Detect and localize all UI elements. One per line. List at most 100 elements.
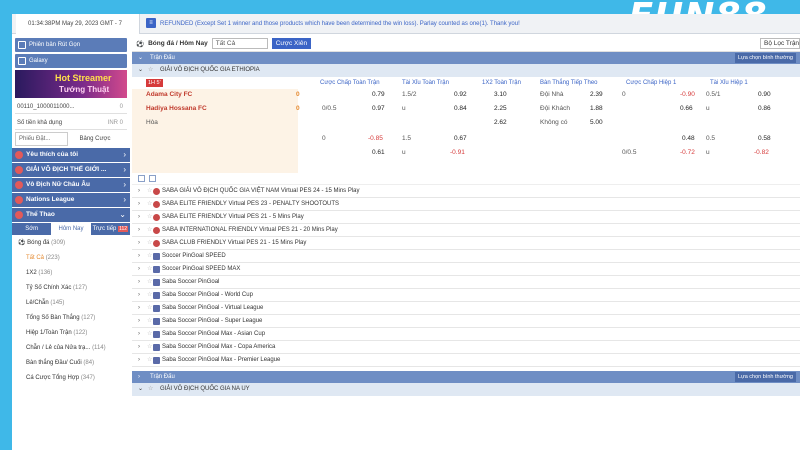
odd-ng-home[interactable]: 2.39 xyxy=(590,91,603,98)
stats-icon[interactable] xyxy=(138,175,145,182)
odd-1x2-home[interactable]: 3.10 xyxy=(494,91,507,98)
odd-1x2-away[interactable]: 2.25 xyxy=(494,105,507,112)
league-header[interactable]: ⌄ ☆ GIẢI VÔ ĐỊCH QUỐC GIA ETHIOPIA xyxy=(132,64,800,77)
odd-ng-none[interactable]: 5.00 xyxy=(590,119,603,126)
star-icon[interactable]: ☆ xyxy=(147,302,152,314)
tab-early[interactable]: Sớm xyxy=(12,223,51,235)
market-item[interactable]: Hiệp 1/Toàn Trận (122) xyxy=(12,326,130,341)
league-row[interactable]: › ☆ Soccer PinGoal SPEED xyxy=(132,250,800,263)
market-item[interactable]: 1X2 (136) xyxy=(12,266,130,281)
star-icon[interactable]: ☆ xyxy=(148,383,153,396)
league-row[interactable]: › ☆ SABA CLUB FRIENDLY Virtual PES 21 - 15… xyxy=(132,237,800,250)
odd-ou-under[interactable]: 0.84 xyxy=(454,105,467,112)
odd-h1-hdp-home[interactable]: -0.90 xyxy=(680,91,695,98)
market-item[interactable]: Bàn thắng Đầu/ Cuối (84) xyxy=(12,356,130,371)
odd-h1-ou-under[interactable]: 0.86 xyxy=(758,105,771,112)
league-row[interactable]: › ☆ Saba Soccer PinGoal - Virtual League xyxy=(132,302,800,315)
sort-select-2[interactable]: Lựa chọn bình thường xyxy=(734,372,796,382)
league-row[interactable]: › ☆ SABA GIẢI VÔ ĐỊCH QUỐC GIA VIỆT NAM Vi… xyxy=(132,185,800,198)
tab-live[interactable]: Trực tiếp 112 xyxy=(91,223,130,235)
star-icon[interactable]: ☆ xyxy=(147,328,152,340)
streamer-banner[interactable]: Hot Streamer Tướng Thuật xyxy=(15,70,127,98)
odd-1x2-draw[interactable]: 2.62 xyxy=(494,119,507,126)
star-icon[interactable]: ☆ xyxy=(147,211,152,223)
chevron-right-icon: › xyxy=(138,357,140,363)
star-icon[interactable]: ☆ xyxy=(147,354,152,366)
odd-ou-over[interactable]: 0.92 xyxy=(454,91,467,98)
odd-hdp-home[interactable]: 0.79 xyxy=(372,91,385,98)
sidebar-item-nations-league[interactable]: Nations League › xyxy=(12,193,130,207)
match-filter-button[interactable]: Bộ Lọc Trận Đấu xyxy=(760,38,800,49)
parlay-button[interactable]: Cược Xiên xyxy=(271,38,312,49)
sidebar-item-world-cup[interactable]: GIẢI VÔ ĐỊCH THẾ GIỚI ... › xyxy=(12,163,130,177)
league-icon xyxy=(153,214,160,221)
market-count: (136) xyxy=(38,270,53,276)
league-row[interactable]: › ☆ Soccer PinGoal SPEED MAX xyxy=(132,263,800,276)
balance-label: Số tiền khả dụng xyxy=(17,120,63,126)
compact-version-button[interactable]: Phiên bản Rút Gọn xyxy=(15,38,127,52)
star-icon[interactable]: ☆ xyxy=(147,185,152,197)
odd-h1-ou-over[interactable]: 0.90 xyxy=(758,91,771,98)
odd-h1-hdp-away[interactable]: 0.66 xyxy=(680,105,693,112)
league-row[interactable]: › ☆ Saba Soccer PinGoal xyxy=(132,276,800,289)
market-item[interactable]: Lẻ/Chẵn (145) xyxy=(12,296,130,311)
ou-alt-under-label: u xyxy=(402,149,406,156)
odd-ou-alt-over[interactable]: 0.67 xyxy=(454,135,467,142)
chart-icon[interactable] xyxy=(149,175,156,182)
league-row[interactable]: › ☆ SABA ELITE FRIENDLY Virtual PES 21 - 5… xyxy=(132,211,800,224)
star-icon[interactable]: ☆ xyxy=(147,224,152,236)
star-icon[interactable]: ☆ xyxy=(147,315,152,327)
star-icon[interactable]: ☆ xyxy=(147,289,152,301)
league-row[interactable]: › ☆ Saba Soccer PinGoal - World Cup xyxy=(132,289,800,302)
sidebar-item-women-euro[interactable]: Vô Địch Nữ Châu Âu › xyxy=(12,178,130,192)
sidebar-item-sports[interactable]: Thể Thao ⌄ xyxy=(12,208,130,222)
chevron-right-icon: › xyxy=(138,188,140,194)
sidebar-item-favorites[interactable]: Yêu thích của tôi › xyxy=(12,148,130,162)
league-row[interactable]: › ☆ Saba Soccer PinGoal Max - Premier Leag… xyxy=(132,354,800,367)
matches-section-header[interactable]: ⌄ Trận Đấu Lựa chọn bình thường xyxy=(132,52,800,64)
col-header-hdp: Cược Chấp Toàn Trận xyxy=(320,80,380,86)
odd-ng-away[interactable]: 1.88 xyxy=(590,105,603,112)
odd-hdp-away[interactable]: 0.97 xyxy=(372,105,385,112)
odd-hdp-alt-away[interactable]: 0.61 xyxy=(372,149,385,156)
league-header-2[interactable]: ⌄ ☆ GIẢI VÔ ĐỊCH QUỐC GIA NA UY xyxy=(132,383,800,396)
star-icon[interactable]: ☆ xyxy=(147,250,152,262)
odd-ou-alt-under[interactable]: -0.91 xyxy=(450,149,465,156)
market-label: Cá Cược Tổng Hợp xyxy=(26,375,80,381)
odd-hdp-alt-home[interactable]: -0.85 xyxy=(368,135,383,142)
league-row[interactable]: › ☆ Saba Soccer PinGoal - Super League xyxy=(132,315,800,328)
league-row[interactable]: › ☆ Saba Soccer PinGoal Max - Copa America xyxy=(132,341,800,354)
market-item[interactable]: Tỷ Số Chính Xác (127) xyxy=(12,281,130,296)
odd-h1-ou-alt-over[interactable]: 0.58 xyxy=(758,135,771,142)
bet-list-link[interactable]: Bảng Cược xyxy=(72,132,128,146)
market-item[interactable]: Tổng Số Bàn Thắng (127) xyxy=(12,311,130,326)
market-item[interactable]: Chẵn / Lẻ của Nửa trạ... (114) xyxy=(12,341,130,356)
announcement-icon: ≡ xyxy=(146,18,156,29)
galaxy-button[interactable]: Galaxy xyxy=(15,54,127,68)
star-icon[interactable]: ☆ xyxy=(147,237,152,249)
tab-today[interactable]: Hôm Nay xyxy=(51,223,91,235)
star-icon[interactable]: ☆ xyxy=(147,263,152,275)
nations-league-label: Nations League xyxy=(26,196,75,203)
odd-h1-hdp-alt-away[interactable]: -0.72 xyxy=(680,149,695,156)
col-header-h1-hdp: Cược Chấp Hiệp 1 xyxy=(626,80,677,86)
market-select[interactable]: Tất Cả xyxy=(211,38,268,49)
star-icon[interactable]: ☆ xyxy=(147,276,152,288)
league-name: SABA CLUB FRIENDLY Virtual PES 21 - 15 M… xyxy=(162,240,307,246)
bet-slip-select[interactable]: Phiếu Đặt... xyxy=(15,132,68,146)
account-id: 00110_1000011000... 0 xyxy=(15,100,127,114)
matches-section-header-2[interactable]: › Trận Đấu Lựa chọn bình thường xyxy=(132,371,800,383)
star-icon[interactable]: ☆ xyxy=(147,198,152,210)
sort-select[interactable]: Lựa chọn bình thường xyxy=(734,53,796,63)
odd-h1-hdp-alt-home[interactable]: 0.48 xyxy=(682,135,695,142)
league-row[interactable]: › ☆ Saba Soccer PinGoal Max - Asian Cup xyxy=(132,328,800,341)
odd-h1-ou-alt-under[interactable]: -0.82 xyxy=(754,149,769,156)
league-row[interactable]: › ☆ SABA INTERNATIONAL FRIENDLY Virtual PE… xyxy=(132,224,800,237)
league-row[interactable]: › ☆ SABA ELITE FRIENDLY Virtual PES 23 - P… xyxy=(132,198,800,211)
market-item[interactable]: Cá Cược Tổng Hợp (347) xyxy=(12,371,130,386)
league-icon xyxy=(153,331,160,338)
market-item[interactable]: Tất Cả (223) xyxy=(12,251,130,266)
star-icon[interactable]: ☆ xyxy=(148,64,153,77)
sport-football[interactable]: ⚽ Bóng đá (309) xyxy=(12,236,130,251)
star-icon[interactable]: ☆ xyxy=(147,341,152,353)
